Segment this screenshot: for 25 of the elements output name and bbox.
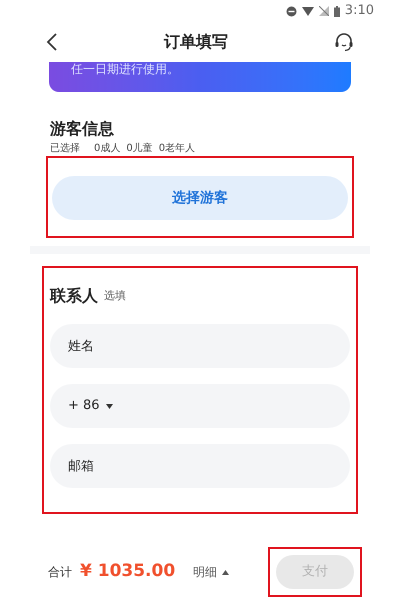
total-amount: ¥ 1035.00 [80, 560, 176, 584]
battery-icon [334, 6, 340, 16]
visitor-count: 0成人 [94, 143, 120, 155]
country-code-dropdown[interactable]: + 86 [50, 384, 350, 428]
do-not-disturb-icon [286, 6, 297, 16]
visitor-count: 已选择 [50, 143, 80, 155]
status-time: 3:10 [344, 2, 374, 20]
section-title: 游客信息 [50, 118, 115, 140]
select-visitor-button[interactable]: 选择游客 [52, 176, 348, 220]
visitor-count: 0老年人 [158, 143, 196, 155]
page-title: 订单填写 [164, 31, 228, 53]
no-signal-icon [318, 6, 329, 16]
optional-tag: 选填 [104, 288, 126, 304]
section-title: 联系人 [50, 285, 98, 307]
details-toggle[interactable]: 明细 [193, 563, 230, 581]
wifi-icon [302, 6, 314, 16]
banner-text: 任一日期进行使用。 [71, 62, 179, 76]
back-icon[interactable] [46, 32, 58, 52]
caret-icon [222, 570, 230, 574]
total-label: 合计 [48, 564, 72, 581]
visitor-count: 0儿童 [126, 143, 153, 155]
caret-icon [106, 404, 113, 408]
headset-icon[interactable] [334, 32, 354, 52]
input-field[interactable]: 姓名 [50, 324, 350, 368]
input-field[interactable]: 邮箱 [50, 444, 350, 488]
